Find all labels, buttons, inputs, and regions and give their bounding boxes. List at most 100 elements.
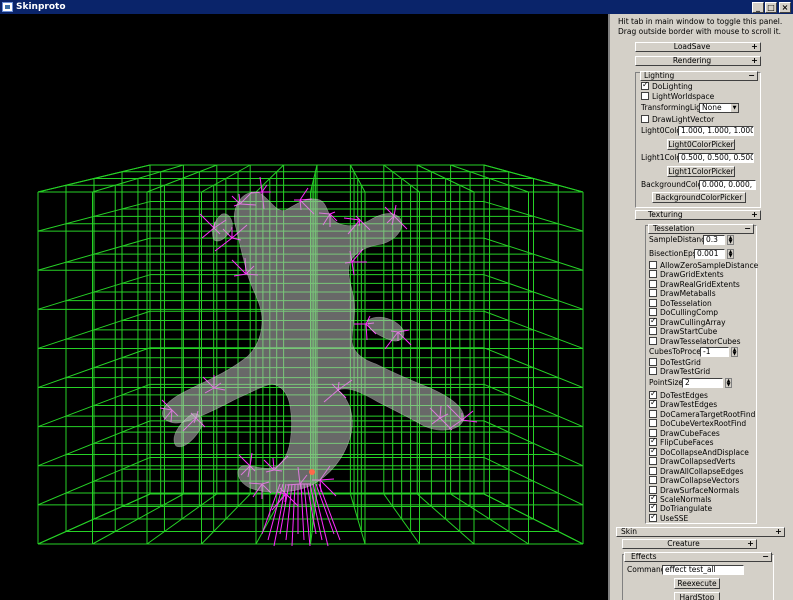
transforming-light-select[interactable]: None ▼ xyxy=(699,103,739,113)
checkbox-box[interactable] xyxy=(649,358,657,366)
rollout-skin-title: Skin xyxy=(621,527,637,536)
rollout-tesselation-header[interactable]: Tesselation − xyxy=(648,224,754,234)
rollout-texturing-toggle[interactable]: + xyxy=(750,211,759,219)
checkbox-box[interactable] xyxy=(649,336,657,345)
light0-color-picker-button[interactable]: Light0ColorPicker xyxy=(667,139,735,150)
checkbox-box[interactable] xyxy=(649,270,657,279)
checkbox-box[interactable] xyxy=(649,409,657,418)
draw-light-vector-checkbox[interactable]: DrawLightVector xyxy=(641,115,714,125)
scene-render xyxy=(37,164,584,547)
do-lighting-checkbox[interactable]: DoLighting xyxy=(641,80,693,92)
rollout-skin-toggle[interactable]: + xyxy=(774,528,783,536)
normal-spike xyxy=(299,187,309,201)
checkbox-box[interactable] xyxy=(649,298,657,307)
checkbox-box[interactable] xyxy=(649,457,657,466)
3d-viewport[interactable] xyxy=(0,14,608,600)
tesselation-option-label: AllowZeroSampleDistance xyxy=(660,261,759,270)
draw-light-vector-label: DrawLightVector xyxy=(652,115,715,124)
checkbox-box[interactable] xyxy=(649,316,657,326)
checkbox-box[interactable] xyxy=(649,512,657,522)
tesselation-option-label: DoCollapseAndDisplace xyxy=(660,447,749,457)
tesselation-option-label: DoCullingComp xyxy=(660,308,719,318)
tesselation-option-label: DrawCullingArray xyxy=(660,317,726,327)
background-color-label: BackgroundColor xyxy=(641,180,706,189)
checkbox-box[interactable] xyxy=(641,92,649,100)
normal-spike xyxy=(238,454,251,467)
dropdown-arrow-icon: ▼ xyxy=(731,104,738,112)
rollout-lighting-header[interactable]: Lighting − xyxy=(640,71,758,81)
tesselation-option-label: DrawRealGridExtents xyxy=(660,279,740,289)
transforming-light-value: None xyxy=(702,103,722,112)
rollout-effects-toggle[interactable]: − xyxy=(761,553,770,561)
checkbox-box[interactable] xyxy=(649,261,657,269)
light0-color-input[interactable]: 1.000, 1.000, 1.000 xyxy=(678,126,754,136)
control-panel[interactable]: Hit tab in main window to toggle this pa… xyxy=(608,14,793,600)
checkbox-box[interactable] xyxy=(641,80,649,90)
rollout-tesselation-toggle[interactable]: − xyxy=(743,225,752,233)
checkbox-box[interactable] xyxy=(649,466,657,475)
light1-color-input[interactable]: 0.500, 0.500, 0.500 xyxy=(678,153,754,163)
checkbox-box[interactable] xyxy=(649,446,657,456)
normal-spike xyxy=(259,176,263,193)
tesselation-option-label: DrawAllCollapseEdges xyxy=(660,466,744,476)
tesselation-option-label: DrawCollapseVectors xyxy=(660,476,740,486)
app-icon xyxy=(2,2,13,12)
checkbox-box[interactable] xyxy=(649,367,657,376)
sample-distance-input[interactable]: 0.3 xyxy=(703,235,725,245)
maximize-button[interactable]: □ xyxy=(765,2,777,13)
rollout-loadsave-header[interactable]: LoadSave + xyxy=(635,42,761,52)
rollout-rendering-header[interactable]: Rendering + xyxy=(635,56,761,66)
rollout-creature-toggle[interactable]: + xyxy=(746,540,755,548)
tesselation-option-label: DrawStartCube xyxy=(660,327,718,337)
light1-color-picker-button[interactable]: Light1ColorPicker xyxy=(667,166,735,177)
background-color-picker-button[interactable]: BackgroundColorPicker xyxy=(652,192,746,203)
point-size-label: PointSize xyxy=(649,378,684,387)
rollout-loadsave-toggle[interactable]: + xyxy=(750,43,759,51)
camera-target-marker xyxy=(309,469,315,475)
close-button[interactable]: × xyxy=(779,2,791,13)
tesselation-option-label: DoTriangulate xyxy=(660,504,713,514)
checkbox-box[interactable] xyxy=(649,398,657,409)
tesselation-option-label: DrawTestGrid xyxy=(660,367,711,377)
cubes-to-process-spinner-icon[interactable]: ▲ ▼ xyxy=(731,347,738,357)
bisection-eps-label: BisectionEps xyxy=(649,249,697,258)
rollout-tesselation-title: Tesselation xyxy=(653,224,695,233)
checkbox-box[interactable] xyxy=(649,419,657,428)
tesselation-option-checkbox[interactable]: DrawTesselatorCubes xyxy=(649,336,741,347)
checkbox-box[interactable] xyxy=(649,289,657,298)
rollout-rendering-toggle[interactable]: + xyxy=(750,57,759,65)
tesselation-option-checkbox[interactable]: DrawTestGrid xyxy=(649,367,710,377)
light-worldspace-checkbox[interactable]: LightWorldspace xyxy=(641,92,714,102)
tesselation-option-label: DrawCubeFaces xyxy=(660,428,720,438)
minimize-button[interactable]: _ xyxy=(752,2,764,13)
checkbox-box[interactable] xyxy=(641,115,649,123)
tesselation-option-label: DoCubeVertexRootFind xyxy=(660,419,747,429)
tesselation-option-label: DrawGridExtents xyxy=(660,270,724,280)
tesselation-option-label: DrawMetaballs xyxy=(660,289,716,299)
point-size-input[interactable]: 2 xyxy=(682,378,723,388)
bisection-eps-input[interactable]: 0.001 xyxy=(694,249,725,259)
panel-hint-toggle: Hit tab in main window to toggle this pa… xyxy=(618,17,783,26)
rollout-lighting-toggle[interactable]: − xyxy=(747,72,756,80)
point-size-spinner-icon[interactable]: ▲ ▼ xyxy=(725,378,732,388)
bisection-eps-spinner-icon[interactable]: ▲ ▼ xyxy=(727,249,734,259)
hardstop-button[interactable]: HardStop xyxy=(674,592,720,600)
rollout-creature-header[interactable]: Creature + xyxy=(622,539,757,549)
tesselation-option-label: DoTestEdges xyxy=(660,391,708,400)
reexecute-button[interactable]: Reexecute xyxy=(674,578,720,589)
title-bar[interactable]: Skinproto _ □ × xyxy=(0,0,793,14)
command-input[interactable]: effect test_all xyxy=(662,565,744,575)
checkbox-box[interactable] xyxy=(649,476,657,485)
tesselation-option-label: DoTesselation xyxy=(660,298,712,308)
background-color-input[interactable]: 0.000, 0.000, 0. xyxy=(699,180,756,190)
rollout-texturing-header[interactable]: Texturing + xyxy=(635,210,761,220)
sample-distance-spinner-icon[interactable]: ▲ ▼ xyxy=(727,235,734,245)
panel-hint-scroll: Drag outside border with mouse to scroll… xyxy=(618,27,782,36)
rollout-effects-header[interactable]: Effects − xyxy=(624,552,772,562)
rollout-skin-header[interactable]: Skin + xyxy=(616,527,785,537)
checkbox-box[interactable] xyxy=(649,327,657,336)
tesselation-option-checkbox[interactable]: UseSSE xyxy=(649,512,688,524)
cubes-to-process-input[interactable]: -1 xyxy=(700,347,729,357)
checkbox-box[interactable] xyxy=(649,279,657,288)
light-worldspace-label: LightWorldspace xyxy=(652,92,715,101)
